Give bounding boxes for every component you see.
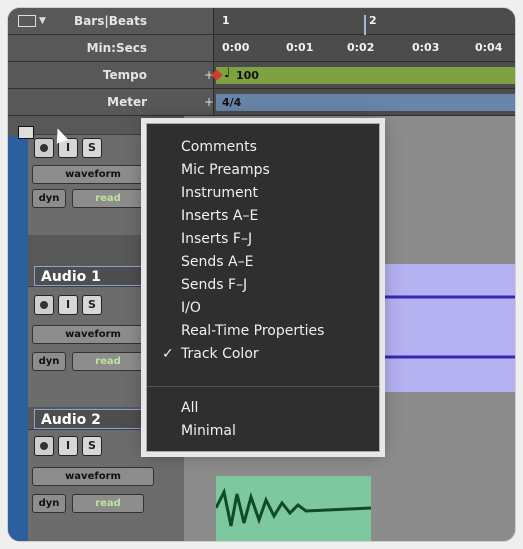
tick-bar-2: 2 xyxy=(369,14,377,27)
automation-mode-selector[interactable]: read xyxy=(72,189,144,208)
timeline-rulers: ▼ Bars|Beats 1 2 Min:Secs 0:00 0:01 0:02… xyxy=(8,8,515,116)
dyn-button[interactable]: dyn xyxy=(32,494,66,513)
edit-window-view-menu[interactable]: Comments Mic Preamps Instrument Inserts … xyxy=(146,123,380,452)
track-list-view-icon[interactable] xyxy=(18,126,34,139)
tick-0-03: 0:03 xyxy=(412,41,440,54)
bars-beats-label: Bars|Beats xyxy=(74,14,147,28)
record-enable-button[interactable] xyxy=(34,295,54,315)
track-view-selector[interactable]: waveform xyxy=(32,467,154,486)
solo-button[interactable]: S xyxy=(82,295,102,315)
track-view-selector[interactable]: waveform xyxy=(32,165,154,184)
meter-label: Meter xyxy=(8,89,214,115)
menu-item-track-color[interactable]: ✓ Track Color xyxy=(147,343,379,366)
pro-tools-edit-window: ▼ Bars|Beats 1 2 Min:Secs 0:00 0:01 0:02… xyxy=(0,0,523,549)
audio-clip-3[interactable] xyxy=(216,476,371,541)
checkmark-icon: ✓ xyxy=(162,346,174,362)
input-monitor-button[interactable]: I xyxy=(58,295,78,315)
add-meter-icon[interactable]: + xyxy=(204,89,214,115)
meter-value: 4/4 xyxy=(222,96,242,109)
menu-item-real-time-properties[interactable]: Real-Time Properties xyxy=(147,320,379,343)
tick-0-01: 0:01 xyxy=(286,41,314,54)
solo-button[interactable]: S xyxy=(82,138,102,158)
tick-0-00: 0:00 xyxy=(222,41,250,54)
tempo-event[interactable]: ♩ 100 xyxy=(211,66,515,84)
min-secs-ticks: 0:00 0:01 0:02 0:03 0:04 xyxy=(214,15,515,61)
menu-item-inserts-a-e[interactable]: Inserts A–E xyxy=(147,205,379,228)
record-enable-button[interactable] xyxy=(34,138,54,158)
note-icon: ♩ xyxy=(224,66,231,81)
menu-item-inserts-f-j[interactable]: Inserts F–J xyxy=(147,228,379,251)
ruler-label[interactable]: ▼ Bars|Beats xyxy=(8,8,214,34)
chevron-down-icon[interactable]: ▼ xyxy=(39,8,46,34)
menu-item-mic-preamps[interactable]: Mic Preamps xyxy=(147,159,379,182)
track-view-selector[interactable]: waveform xyxy=(32,325,154,344)
menu-item-minimal[interactable]: Minimal xyxy=(147,420,379,443)
ruler-meter: Meter + 4/4 xyxy=(8,89,515,116)
track-selection-strip xyxy=(8,136,28,541)
menu-item-all[interactable]: All xyxy=(147,397,379,420)
menu-item-sends-a-e[interactable]: Sends A–E xyxy=(147,251,379,274)
tempo-label: Tempo xyxy=(8,62,214,88)
automation-mode-selector[interactable]: read xyxy=(72,494,144,513)
tempo-value: 100 xyxy=(236,69,259,82)
input-monitor-button[interactable]: I xyxy=(58,436,78,456)
playhead-marker[interactable] xyxy=(364,15,366,35)
tick-bar-1: 1 xyxy=(222,14,230,27)
min-secs-label: Min:Secs xyxy=(8,35,214,61)
window-frame: ▼ Bars|Beats 1 2 Min:Secs 0:00 0:01 0:02… xyxy=(8,8,515,541)
meter-event[interactable]: 4/4 xyxy=(216,94,515,111)
tick-0-02: 0:02 xyxy=(347,41,375,54)
solo-button[interactable]: S xyxy=(82,436,102,456)
ruler-tempo: ▶ Tempo + ♩ 100 xyxy=(8,62,515,89)
menu-item-io[interactable]: I/O xyxy=(147,297,379,320)
meter-lane: 4/4 xyxy=(214,89,515,115)
menu-item-comments[interactable]: Comments xyxy=(147,136,379,159)
menu-divider xyxy=(147,386,379,387)
ruler-min-secs: Min:Secs 0:00 0:01 0:02 0:03 0:04 xyxy=(8,15,515,62)
automation-mode-selector[interactable]: read xyxy=(72,352,144,371)
dyn-button[interactable]: dyn xyxy=(32,189,66,208)
menu-item-sends-f-j[interactable]: Sends F–J xyxy=(147,274,379,297)
tick-0-04: 0:04 xyxy=(475,41,503,54)
record-enable-button[interactable] xyxy=(34,436,54,456)
tempo-lane: ♩ 100 xyxy=(211,62,515,88)
ruler-bars-beats: ▼ Bars|Beats 1 2 xyxy=(8,8,515,35)
tempo-marker-icon xyxy=(211,69,223,81)
dyn-button[interactable]: dyn xyxy=(32,352,66,371)
menu-item-instrument[interactable]: Instrument xyxy=(147,182,379,205)
track-name-audio-2[interactable]: Audio 2 xyxy=(34,409,144,429)
ruler-view-icon[interactable] xyxy=(18,15,36,27)
track-name-audio-1[interactable]: Audio 1 xyxy=(34,266,144,286)
